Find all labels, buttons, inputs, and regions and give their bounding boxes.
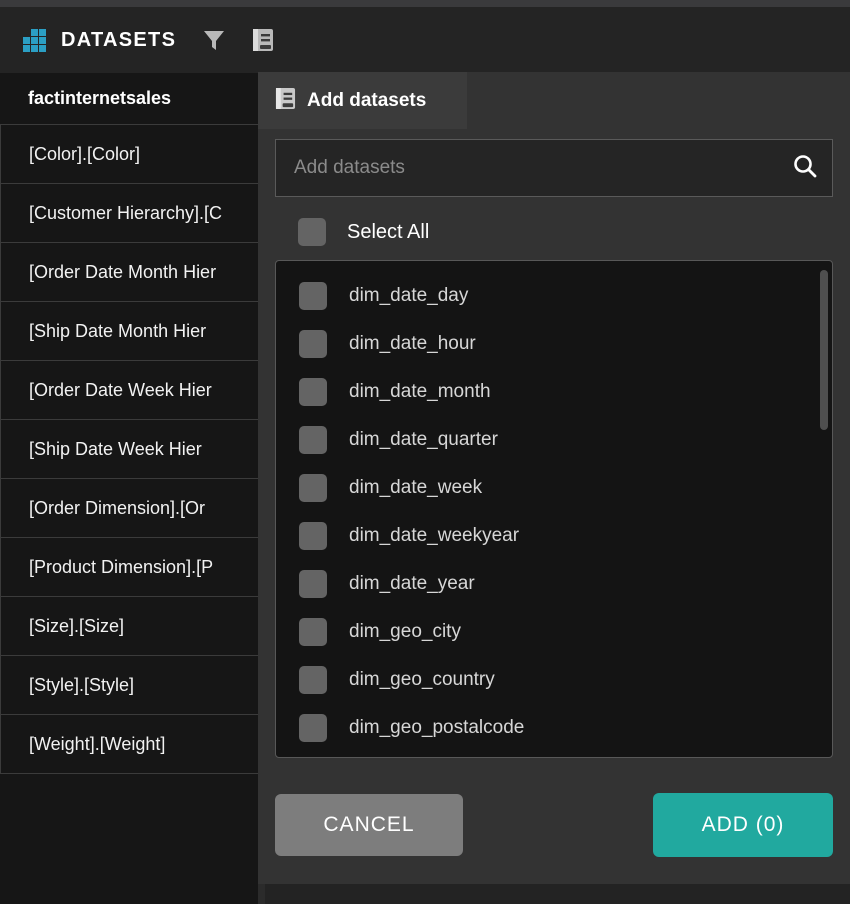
filter-icon[interactable] <box>202 28 226 52</box>
modal-body: Select All dim_date_daydim_date_hourdim_… <box>258 129 850 884</box>
sidebar-dataset-row[interactable]: [Weight].[Weight] <box>0 715 265 774</box>
sidebar-dataset-row[interactable]: [Style].[Style] <box>0 656 265 715</box>
cancel-button[interactable]: CANCEL <box>275 794 463 856</box>
add-datasets-modal: Add datasets Select All dim_date_daydim_… <box>258 72 850 884</box>
dataset-list-item[interactable]: dim_date_weekyear <box>276 512 832 560</box>
search-icon[interactable] <box>792 153 818 184</box>
modal-titlebar: Add datasets <box>258 72 467 129</box>
book-icon[interactable] <box>252 28 274 52</box>
dataset-list-item-label: dim_date_week <box>349 477 483 498</box>
dataset-checkbox[interactable] <box>299 330 327 358</box>
select-all-label: Select All <box>347 220 430 243</box>
sidebar-dataset-row[interactable]: [Ship Date Week Hier <box>0 420 265 479</box>
dataset-checkbox[interactable] <box>299 282 327 310</box>
page-title: DATASETS <box>61 28 177 51</box>
datasets-grid-icon <box>23 28 49 52</box>
window-top-strip <box>0 0 850 7</box>
dataset-checkbox[interactable] <box>299 570 327 598</box>
select-all-checkbox[interactable] <box>298 218 326 246</box>
dataset-list-item-label: dim_geo_postalcode <box>349 717 525 738</box>
dataset-list-item-label: dim_geo_country <box>349 669 495 690</box>
listbox-scroll-thumb[interactable] <box>820 270 828 430</box>
dataset-checkbox[interactable] <box>299 714 327 742</box>
sidebar-dataset-row[interactable]: [Color].[Color] <box>0 125 265 184</box>
sidebar-dataset-row[interactable]: [Product Dimension].[P <box>0 538 265 597</box>
dataset-list-item[interactable]: dim_geo_state <box>276 752 832 757</box>
dataset-list-item[interactable]: dim_geo_postalcode <box>276 704 832 752</box>
dataset-list-item-label: dim_geo_city <box>349 621 461 642</box>
dataset-list-item[interactable]: dim_geo_city <box>276 608 832 656</box>
dataset-checkbox[interactable] <box>299 474 327 502</box>
modal-footer: CANCEL ADD (0) <box>275 793 833 857</box>
dataset-list-item[interactable]: dim_date_quarter <box>276 416 832 464</box>
sidebar-dataset-row[interactable]: [Order Date Week Hier <box>0 361 265 420</box>
dataset-list-item-label: dim_date_hour <box>349 333 476 354</box>
dataset-list-item[interactable]: dim_date_day <box>276 272 832 320</box>
select-all-row[interactable]: Select All <box>275 208 833 256</box>
dataset-checkbox[interactable] <box>299 426 327 454</box>
dataset-list-item[interactable]: dim_date_week <box>276 464 832 512</box>
listbox-scrollbar[interactable] <box>820 265 828 755</box>
sidebar-dataset-row[interactable]: [Order Date Month Hier <box>0 243 265 302</box>
datasets-panel-header: DATASETS <box>0 7 850 73</box>
dataset-list-item[interactable]: dim_date_year <box>276 560 832 608</box>
search-field-wrapper <box>275 139 833 197</box>
modal-title: Add datasets <box>307 89 427 111</box>
datasets-sidebar: factinternetsales [Color].[Color] [Custom… <box>0 73 265 904</box>
dataset-checkbox[interactable] <box>299 618 327 646</box>
dataset-list-item[interactable]: dim_geo_country <box>276 656 832 704</box>
datasets-listbox: dim_date_day dim_date_hour dim_date_monthd… <box>275 260 833 758</box>
dataset-list-item-label: dim_date_day <box>349 285 469 306</box>
sidebar-dataset-row[interactable]: [Ship Date Month Hier <box>0 302 265 361</box>
dataset-list-item-label: dim_date_quarter <box>349 429 498 450</box>
sidebar-dataset-row[interactable]: [Size].[Size] <box>0 597 265 656</box>
dataset-checkbox[interactable] <box>299 666 327 694</box>
app-root: DATASETS factinternetsales [Color].[Colo… <box>0 0 850 904</box>
sidebar-dataset-title: factinternetsales <box>0 73 265 125</box>
modal-book-icon <box>275 87 296 115</box>
dataset-list-item-label: dim_date_weekyear <box>349 525 520 546</box>
dataset-list-item[interactable]: dim_date_hour <box>276 320 832 368</box>
search-input[interactable] <box>294 157 792 179</box>
dataset-list-item-label: dim_date_year <box>349 573 475 594</box>
sidebar-dataset-row[interactable]: [Customer Hierarchy].[C <box>0 184 265 243</box>
dataset-list-item-label: dim_date_month <box>349 381 491 402</box>
add-button[interactable]: ADD (0) <box>653 793 833 857</box>
sidebar-dataset-row[interactable]: [Order Dimension].[Or <box>0 479 265 538</box>
dataset-checkbox[interactable] <box>299 378 327 406</box>
dataset-checkbox[interactable] <box>299 522 327 550</box>
dataset-list-item[interactable]: dim_date_month <box>276 368 832 416</box>
